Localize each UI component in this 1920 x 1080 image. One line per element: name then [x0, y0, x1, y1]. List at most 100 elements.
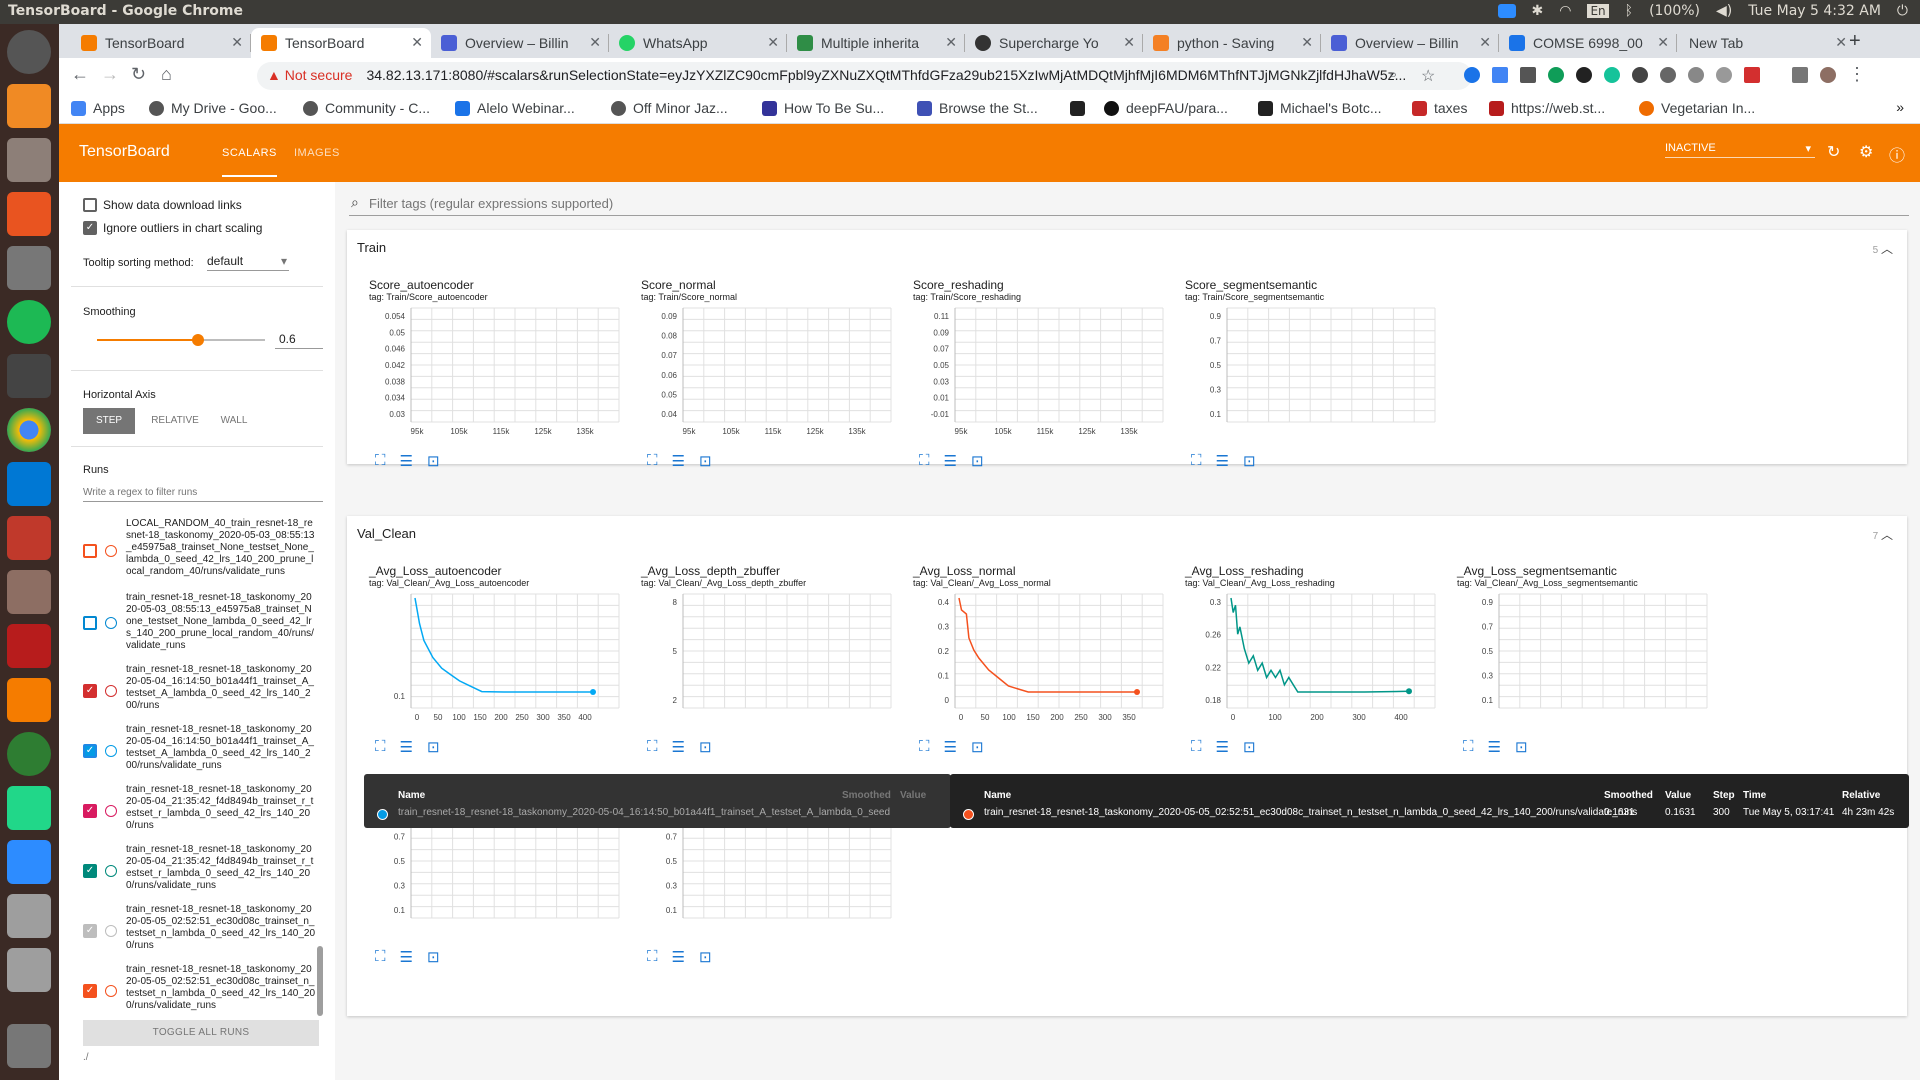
fit-domain-icon[interactable]: ⊡: [699, 948, 712, 966]
files-icon[interactable]: [7, 570, 51, 614]
toggle-all-runs-button[interactable]: TOGGLE ALL RUNS: [83, 1020, 319, 1046]
data-table-icon[interactable]: ☰: [672, 738, 685, 756]
chart-plot[interactable]: 0.1 0 50 100 150 200 250 300 350 400: [359, 588, 629, 728]
run-checkbox[interactable]: ✓: [83, 864, 97, 878]
run-color-radio[interactable]: [105, 925, 117, 937]
extension-icon[interactable]: [1576, 67, 1592, 83]
data-table-icon[interactable]: ☰: [400, 948, 413, 966]
drive-icon[interactable]: [7, 894, 51, 938]
fullscreen-icon[interactable]: ⛶: [1191, 452, 1202, 470]
tab-whatsapp[interactable]: WhatsApp ✕: [609, 28, 787, 58]
runs-filter-input[interactable]: Write a regex to filter runs: [83, 484, 323, 502]
run-color-radio[interactable]: [105, 985, 117, 997]
data-table-icon[interactable]: ☰: [1216, 452, 1229, 470]
bookmark-how-to[interactable]: How To Be Su...: [762, 100, 884, 116]
tab-scalars[interactable]: SCALARS: [222, 147, 277, 177]
run-checkbox[interactable]: ✓: [83, 984, 97, 998]
grammarly-icon[interactable]: [1604, 67, 1620, 83]
fullscreen-icon[interactable]: ⛶: [647, 948, 658, 966]
bookmark-community[interactable]: Community - C...: [303, 100, 430, 116]
data-table-icon[interactable]: ☰: [400, 452, 413, 470]
run-checkbox[interactable]: ✓: [83, 804, 97, 818]
omnibox[interactable]: ▲ Not secure 34.82.13.171:8080/#scalars&r…: [257, 62, 1472, 90]
tab-images[interactable]: IMAGES: [294, 147, 340, 159]
haxis-wall-button[interactable]: WALL: [209, 408, 259, 434]
chart-plot[interactable]: 0.054 0.05 0.046 0.042 0.038 0.034 0.03 95k 105k…: [359, 302, 629, 442]
vlc-icon[interactable]: [7, 84, 51, 128]
vscode-icon[interactable]: [7, 462, 51, 506]
fullscreen-icon[interactable]: ⛶: [375, 452, 386, 470]
close-icon[interactable]: ✕: [1657, 34, 1669, 51]
fit-domain-icon[interactable]: ⊡: [1243, 738, 1256, 756]
tab-supercharge[interactable]: Supercharge Yo ✕: [965, 28, 1143, 58]
chrome-icon[interactable]: [7, 408, 51, 452]
fullscreen-icon[interactable]: ⛶: [1463, 738, 1474, 756]
bookmark-browse[interactable]: Browse the St...: [917, 100, 1038, 116]
ignore-outliers-checkbox[interactable]: ✓: [83, 221, 97, 235]
close-icon[interactable]: ✕: [411, 34, 423, 51]
gear-icon[interactable]: ⚙: [1859, 142, 1873, 162]
fit-domain-icon[interactable]: ⊡: [699, 452, 712, 470]
chart-plot[interactable]: 0.11 0.09 0.07 0.05 0.03 0.01 -0.01 95k 105k 115k…: [903, 302, 1173, 442]
extension-icon[interactable]: [1632, 67, 1648, 83]
run-checkbox[interactable]: [83, 544, 97, 558]
bookmark-botcamp[interactable]: Michael's Botc...: [1258, 100, 1382, 116]
fit-domain-icon[interactable]: ⊡: [427, 738, 440, 756]
tab-billing-1[interactable]: Overview – Billin ✕: [431, 28, 609, 58]
ubuntu-dash-icon[interactable]: [7, 30, 51, 74]
fullscreen-icon[interactable]: ⛶: [1191, 738, 1202, 756]
bookmark-star-icon[interactable]: ☆: [1421, 66, 1435, 86]
tab-billing-2[interactable]: Overview – Billin ✕: [1321, 28, 1499, 58]
zoom-icon[interactable]: [1497, 4, 1516, 18]
screen-icon[interactable]: [7, 624, 51, 668]
wifi-icon[interactable]: ◠: [1559, 3, 1571, 19]
data-table-icon[interactable]: ☰: [400, 738, 413, 756]
chart-plot[interactable]: 0.3 0.26 0.22 0.18 0 100 200 300 400: [1175, 588, 1445, 728]
fit-domain-icon[interactable]: ⊡: [1515, 738, 1528, 756]
volume-icon[interactable]: ◀): [1716, 3, 1732, 19]
bookmark-vegetarian[interactable]: Vegetarian In...: [1639, 100, 1755, 116]
extension-icon[interactable]: [1520, 67, 1536, 83]
close-icon[interactable]: ✕: [589, 34, 601, 51]
fullscreen-icon[interactable]: ⛶: [919, 452, 930, 470]
mixer-icon[interactable]: [7, 138, 51, 182]
extension-icon[interactable]: [1744, 67, 1760, 83]
run-color-radio[interactable]: [105, 617, 117, 629]
reload-select[interactable]: INACTIVE ▾: [1665, 142, 1815, 158]
haxis-step-button[interactable]: STEP: [83, 408, 135, 434]
haxis-relative-button[interactable]: RELATIVE: [143, 408, 207, 434]
chart-plot[interactable]: 0.4 0.3 0.2 0.1 00 50 100 150 200 250 300 350: [903, 588, 1173, 728]
run-checkbox[interactable]: ✓: [83, 924, 97, 938]
fit-domain-icon[interactable]: ⊡: [699, 738, 712, 756]
extension-icon[interactable]: [1464, 67, 1480, 83]
bookmark-taxes[interactable]: taxes: [1412, 100, 1467, 116]
chart-plot[interactable]: 8 5 2: [631, 588, 901, 728]
bookmark-my-drive[interactable]: My Drive - Goo...: [149, 100, 277, 116]
tab-comse[interactable]: COMSE 6998_00 ✕: [1499, 28, 1677, 58]
run-checkbox[interactable]: [83, 616, 97, 630]
fit-domain-icon[interactable]: ⊡: [1243, 452, 1256, 470]
run-checkbox[interactable]: ✓: [83, 744, 97, 758]
download-links-checkbox[interactable]: [83, 198, 97, 212]
close-icon[interactable]: ✕: [1479, 34, 1491, 51]
chart-plot[interactable]: 0.09 0.08 0.07 0.06 0.05 0.04 95k 105k 115k 125k 1…: [631, 302, 901, 442]
clock[interactable]: Tue May 5 4:32 AM: [1748, 3, 1881, 19]
refresh-icon[interactable]: ↻: [1827, 142, 1840, 162]
fullscreen-icon[interactable]: ⛶: [919, 738, 930, 756]
browser-icon[interactable]: [7, 732, 51, 776]
slack-icon[interactable]: ✱: [1532, 3, 1544, 19]
run-checkbox[interactable]: ✓: [83, 684, 97, 698]
run-color-radio[interactable]: [105, 545, 117, 557]
tab-tensorboard-1[interactable]: TensorBoard ✕: [71, 28, 251, 58]
fit-domain-icon[interactable]: ⊡: [971, 452, 984, 470]
close-icon[interactable]: ✕: [1301, 34, 1313, 51]
fullscreen-icon[interactable]: ⛶: [375, 738, 386, 756]
zoom-app-icon[interactable]: [7, 840, 51, 884]
run-color-radio[interactable]: [105, 685, 117, 697]
settings-icon[interactable]: [7, 516, 51, 560]
trash-icon[interactable]: [7, 1024, 51, 1068]
keyboard-layout[interactable]: En: [1587, 4, 1609, 18]
menu-icon[interactable]: ⋮: [1848, 64, 1866, 85]
section-count[interactable]: 7 ︿: [1873, 526, 1893, 543]
drive2-icon[interactable]: [7, 948, 51, 992]
